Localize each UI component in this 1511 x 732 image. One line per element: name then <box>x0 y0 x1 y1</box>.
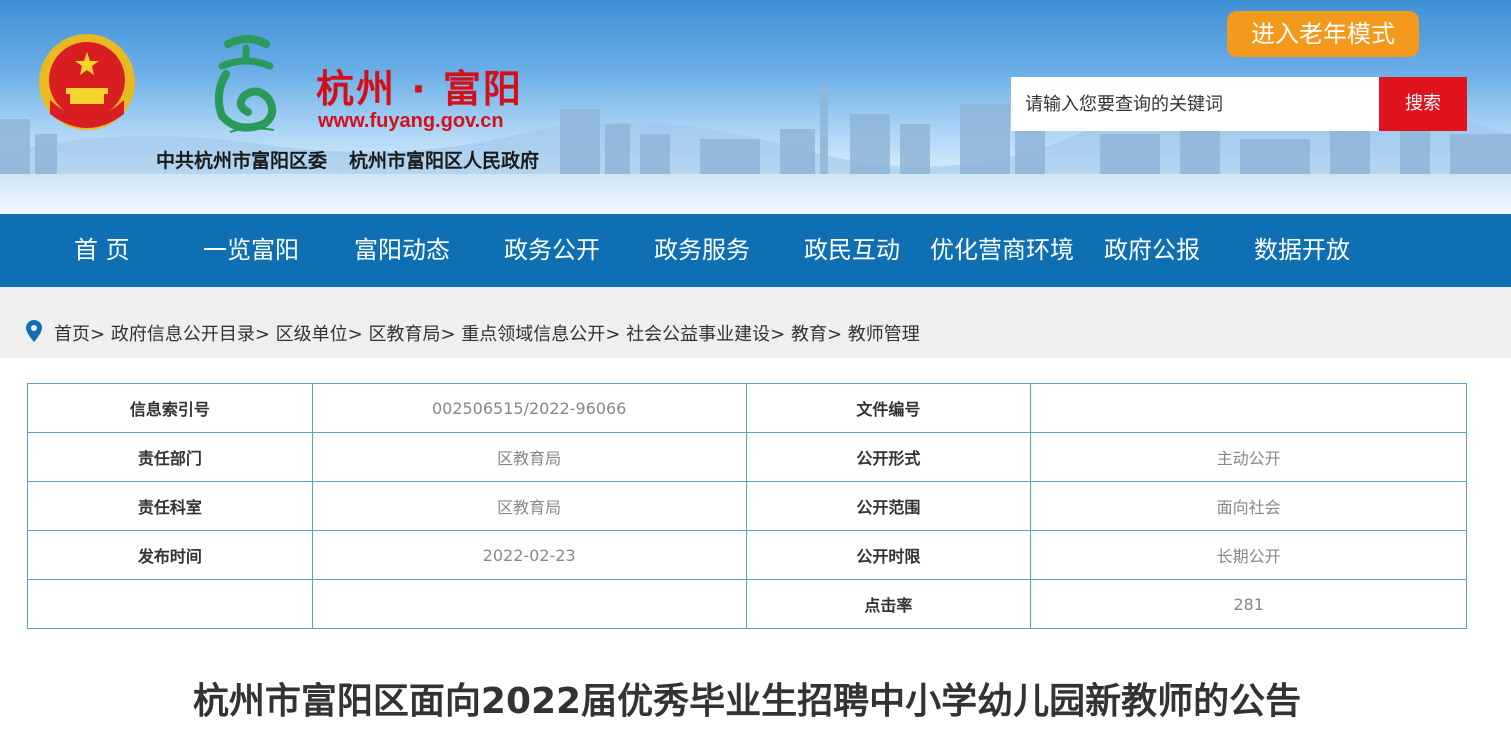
search-button[interactable]: 搜索 <box>1379 77 1467 131</box>
table-row: 责任科室 区教育局 公开范围 面向社会 <box>27 481 1467 531</box>
meta-value: 002506515/2022-96066 <box>311 383 747 433</box>
nav-item-gov-affairs-open[interactable]: 政务公开 <box>504 214 600 287</box>
breadcrumb-item[interactable]: 区级单位 <box>276 324 348 345</box>
nav-item-news[interactable]: 富阳动态 <box>354 214 450 287</box>
breadcrumb-separator: > <box>826 324 843 345</box>
meta-key: 发布时间 <box>27 530 313 580</box>
breadcrumb-separator: > <box>90 324 106 345</box>
table-row: 发布时间 2022-02-23 公开时限 长期公开 <box>27 530 1467 580</box>
nav-item-home[interactable]: 首 页 <box>74 214 130 287</box>
meta-value: 区教育局 <box>311 481 747 531</box>
meta-key: 公开时限 <box>745 530 1032 580</box>
meta-value: 主动公开 <box>1030 432 1467 482</box>
river-water <box>0 174 1511 214</box>
meta-key: 责任科室 <box>27 481 313 531</box>
meta-key <box>27 579 313 629</box>
nav-item-business-env[interactable]: 优化营商环境 <box>930 214 1074 287</box>
meta-value: 281 <box>1030 579 1467 629</box>
meta-key: 公开形式 <box>745 432 1032 482</box>
breadcrumb: 首页> 政府信息公开目录> 区级单位> 区教育局> 重点领域信息公开> 社会公益… <box>54 320 920 346</box>
breadcrumb-separator: > <box>347 324 363 345</box>
national-emblem-icon <box>39 34 135 130</box>
breadcrumb-item[interactable]: 教育 <box>791 324 827 345</box>
nav-item-gov-services[interactable]: 政务服务 <box>654 214 750 287</box>
main-nav: 首 页 一览富阳 富阳动态 政务公开 政务服务 政民互动 优化营商环境 政府公报… <box>0 214 1511 287</box>
meta-value: 面向社会 <box>1030 481 1467 531</box>
site-url[interactable]: www.fuyang.gov.cn <box>318 110 504 133</box>
nav-item-open-data[interactable]: 数据开放 <box>1254 214 1350 287</box>
breadcrumb-item[interactable]: 政府信息公开目录 <box>111 324 255 345</box>
meta-value <box>311 579 747 629</box>
meta-key: 责任部门 <box>27 432 313 482</box>
nav-item-overview[interactable]: 一览富阳 <box>203 214 299 287</box>
meta-value: 区教育局 <box>311 432 747 482</box>
location-pin-icon <box>26 320 42 342</box>
meta-value: 长期公开 <box>1030 530 1467 580</box>
fuyang-logo-icon <box>214 35 277 133</box>
breadcrumb-separator: > <box>770 324 786 345</box>
breadcrumb-separator: > <box>440 324 456 345</box>
breadcrumb-separator: > <box>605 324 621 345</box>
elder-mode-button[interactable]: 进入老年模式 <box>1227 11 1419 57</box>
nav-item-gazette[interactable]: 政府公报 <box>1104 214 1200 287</box>
site-header: 杭州 · 富阳 www.fuyang.gov.cn 中共杭州市富阳区委 杭州市富阳… <box>0 0 1511 214</box>
article-title: 杭州市富阳区面向2022届优秀毕业生招聘中小学幼儿园新教师的公告 <box>192 681 1302 722</box>
site-name: 杭州 · 富阳 <box>316 67 523 111</box>
org-government: 杭州市富阳区人民政府 <box>349 150 540 172</box>
nav-item-interaction[interactable]: 政民互动 <box>804 214 900 287</box>
breadcrumb-bar: 首页> 政府信息公开目录> 区级单位> 区教育局> 重点领域信息公开> 社会公益… <box>0 287 1511 358</box>
meta-key: 公开范围 <box>745 481 1032 531</box>
site-organizations: 中共杭州市富阳区委 杭州市富阳区人民政府 <box>156 146 561 173</box>
breadcrumb-item[interactable]: 区教育局 <box>368 324 440 345</box>
meta-key: 点击率 <box>745 579 1032 629</box>
table-row: 点击率 281 <box>27 579 1467 629</box>
meta-key: 信息索引号 <box>27 383 313 433</box>
breadcrumb-item[interactable]: 重点领域信息公开 <box>461 324 605 345</box>
breadcrumb-item[interactable]: 社会公益事业建设 <box>626 324 770 345</box>
breadcrumb-item-current[interactable]: 教师管理 <box>848 324 920 345</box>
breadcrumb-separator: > <box>254 324 270 345</box>
table-row: 责任部门 区教育局 公开形式 主动公开 <box>27 432 1467 482</box>
table-row: 信息索引号 002506515/2022-96066 文件编号 <box>27 383 1467 433</box>
org-party-committee: 中共杭州市富阳区委 <box>156 150 328 172</box>
breadcrumb-item[interactable]: 首页 <box>54 324 90 345</box>
meta-value <box>1030 383 1467 433</box>
meta-key: 文件编号 <box>745 383 1032 433</box>
search-input[interactable] <box>1011 77 1379 131</box>
meta-value: 2022-02-23 <box>311 530 747 580</box>
document-meta-table: 信息索引号 002506515/2022-96066 文件编号 责任部门 区教育… <box>27 383 1467 629</box>
